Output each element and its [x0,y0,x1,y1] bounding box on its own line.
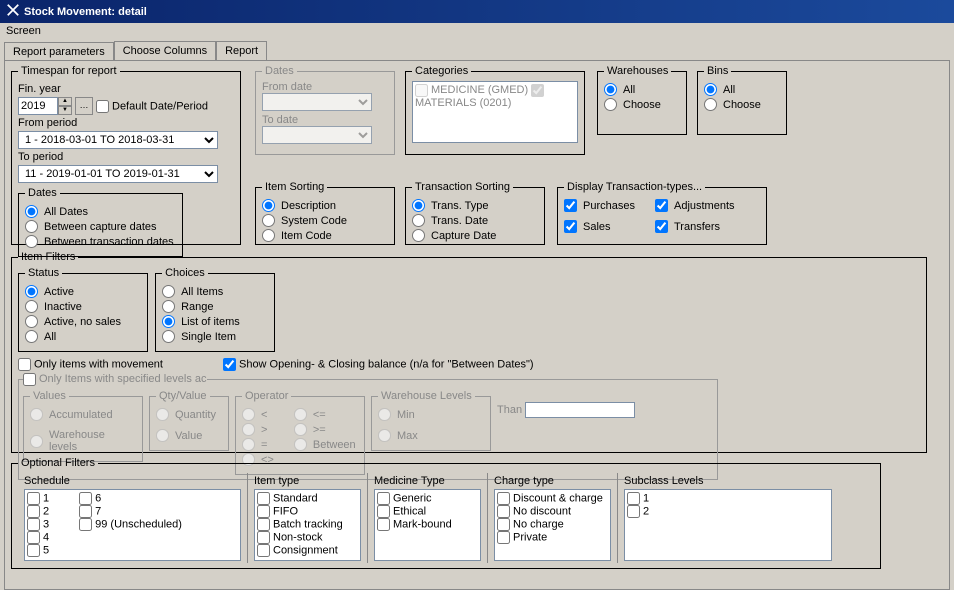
spin-up[interactable]: ▲ [58,97,72,106]
radio-status-active-nosales[interactable]: Active, no sales [25,315,141,328]
than-input [525,402,635,418]
to-period-select[interactable]: 11 - 2019-01-01 TO 2019-01-31 [18,165,218,183]
list-item[interactable]: Batch tracking [257,518,358,531]
category-item[interactable]: MEDICINE (GMED) [415,84,528,96]
radio-choice-range[interactable]: Range [162,300,268,313]
list-item[interactable]: Discount & charge [497,492,608,505]
tab-choose-columns[interactable]: Choose Columns [114,41,216,60]
subclass-list[interactable]: 1 2 [624,489,832,561]
list-item[interactable]: No charge [497,518,608,531]
list-item[interactable]: Private [497,531,608,544]
chk-adjustments[interactable]: Adjustments [655,199,735,212]
menubar: Screen [0,23,954,39]
radio-wh-choose[interactable]: Choose [604,98,680,111]
display-types-group: Display Transaction-types... Purchases S… [557,181,767,245]
list-item[interactable]: Ethical [377,505,478,518]
fin-year-lookup-button[interactable]: … [75,97,93,115]
title-bar: Stock Movement: detail [0,0,954,23]
radio-between-trans[interactable]: Between transaction dates [25,235,176,248]
list-item[interactable]: 6 [79,492,182,505]
optional-filters-group: Optional Filters Schedule 1 2 3 4 5 6 7 … [11,457,881,569]
list-item[interactable]: 1 [27,492,49,505]
radio-status-active[interactable]: Active [25,285,141,298]
timespan-legend: Timespan for report [18,65,120,77]
item-sorting-group: Item Sorting Description System Code Ite… [255,181,395,245]
item-filters-group: Item Filters Status Active Inactive Acti… [11,251,927,453]
menu-screen[interactable]: Screen [6,25,41,37]
list-item[interactable]: Standard [257,492,358,505]
chk-purchases[interactable]: Purchases [564,199,635,212]
list-item[interactable]: 99 (Unscheduled) [79,518,182,531]
bins-group: Bins All Choose [697,65,787,135]
list-item[interactable]: Mark-bound [377,518,478,531]
chk-transfers[interactable]: Transfers [655,220,735,233]
categories-list[interactable]: MEDICINE (GMED) MATERIALS (0201) [412,81,578,143]
radio-between-capture[interactable]: Between capture dates [25,220,176,233]
chk-only-levels[interactable]: Only Items with specified levels ac [23,373,207,385]
window-title: Stock Movement: detail [24,6,147,18]
radio-value: Value [156,429,222,442]
radio-choice-list[interactable]: List of items [162,315,268,328]
radio-qty: Quantity [156,408,222,421]
radio-tsort-capture[interactable]: Capture Date [412,229,538,242]
radio-status-inactive[interactable]: Inactive [25,300,141,313]
list-item[interactable]: 2 [627,505,829,518]
to-date-select [262,126,372,144]
chk-only-movement[interactable]: Only items with movement [18,358,163,371]
radio-val-wh: Warehouse levels [30,429,136,453]
list-item[interactable]: Generic [377,492,478,505]
list-item[interactable]: Consignment [257,544,358,557]
status-group: Status Active Inactive Active, no sales … [18,267,148,352]
itemtype-list[interactable]: Standard FIFO Batch tracking Non-stock C… [254,489,361,561]
chk-show-opening[interactable]: Show Opening- & Closing balance (n/a for… [223,358,534,371]
radio-bin-choose[interactable]: Choose [704,98,780,111]
radio-choice-all[interactable]: All Items [162,285,268,298]
chk-sales[interactable]: Sales [564,220,635,233]
to-period-label: To period [18,151,63,163]
list-item[interactable]: FIFO [257,505,358,518]
radio-status-all[interactable]: All [25,330,141,343]
tab-panel: Timespan for report Fin. year ▲▼ … Defau… [4,60,950,590]
dates-subgroup: Dates All Dates Between capture dates Be… [18,187,183,257]
radio-all-dates[interactable]: All Dates [25,205,176,218]
radio-bin-all[interactable]: All [704,83,780,96]
list-item[interactable]: 3 [27,518,49,531]
radio-sort-item[interactable]: Item Code [262,229,388,242]
from-period-label: From period [18,117,77,129]
categories-group: Categories MEDICINE (GMED) MATERIALS (02… [405,65,585,155]
timespan-group: Timespan for report Fin. year ▲▼ … Defau… [11,65,241,245]
radio-sort-desc[interactable]: Description [262,199,388,212]
choices-group: Choices All Items Range List of items Si… [155,267,275,352]
radio-val-accum: Accumulated [30,408,136,421]
fin-year-input[interactable] [18,97,58,115]
fin-year-label: Fin. year [18,83,61,95]
dates-group: Dates From date To date [255,65,395,155]
list-item[interactable]: 7 [79,505,182,518]
transaction-sorting-group: Transaction Sorting Trans. Type Trans. D… [405,181,545,245]
warehouses-group: Warehouses All Choose [597,65,687,135]
radio-tsort-date[interactable]: Trans. Date [412,214,538,227]
list-item[interactable]: No discount [497,505,608,518]
radio-choice-single[interactable]: Single Item [162,330,268,343]
app-icon [6,3,20,20]
list-item[interactable]: 5 [27,544,49,557]
radio-sort-sys[interactable]: System Code [262,214,388,227]
from-period-select[interactable]: 1 - 2018-03-01 TO 2018-03-31 [18,131,218,149]
chargetype-list[interactable]: Discount & charge No discount No charge … [494,489,611,561]
list-item[interactable]: 1 [627,492,829,505]
default-date-checkbox[interactable]: Default Date/Period [96,100,208,113]
list-item[interactable]: Non-stock [257,531,358,544]
schedule-list[interactable]: 1 2 3 4 5 6 7 99 (Unscheduled) [24,489,241,561]
spin-down[interactable]: ▼ [58,106,72,115]
radio-wh-all[interactable]: All [604,83,680,96]
fin-year-spinner[interactable]: ▲▼ [18,97,72,115]
radio-tsort-type[interactable]: Trans. Type [412,199,538,212]
list-item[interactable]: 4 [27,531,49,544]
medtype-list[interactable]: Generic Ethical Mark-bound [374,489,481,561]
list-item[interactable]: 2 [27,505,49,518]
tab-report-parameters[interactable]: Report parameters [4,42,114,61]
from-date-select [262,93,372,111]
tabs: Report parameters Choose Columns Report [0,39,954,60]
tab-report[interactable]: Report [216,41,267,60]
